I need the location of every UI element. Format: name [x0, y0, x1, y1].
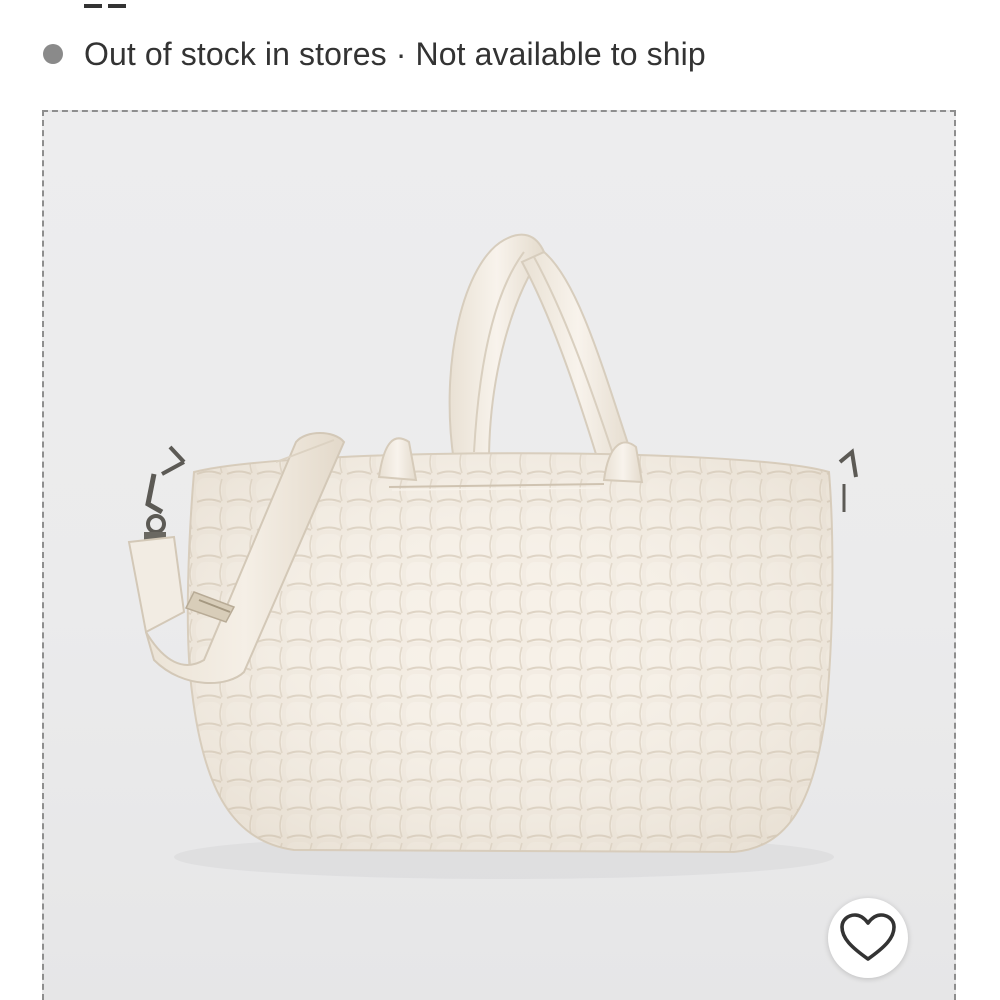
- title-glyph: [84, 0, 102, 8]
- availability-text: Out of stock in stores · Not available t…: [84, 35, 706, 72]
- product-page: Out of stock in stores · Not available t…: [0, 0, 1000, 1000]
- favorite-button[interactable]: [828, 898, 908, 978]
- heart-outline-icon: [840, 913, 896, 961]
- title-glyph: [108, 0, 126, 8]
- product-title-cutoff: [84, 0, 144, 8]
- product-image: [127, 233, 858, 879]
- product-image-frame[interactable]: [42, 110, 956, 1000]
- availability-status: Out of stock in stores · Not available t…: [40, 30, 706, 78]
- status-dot: [43, 44, 63, 64]
